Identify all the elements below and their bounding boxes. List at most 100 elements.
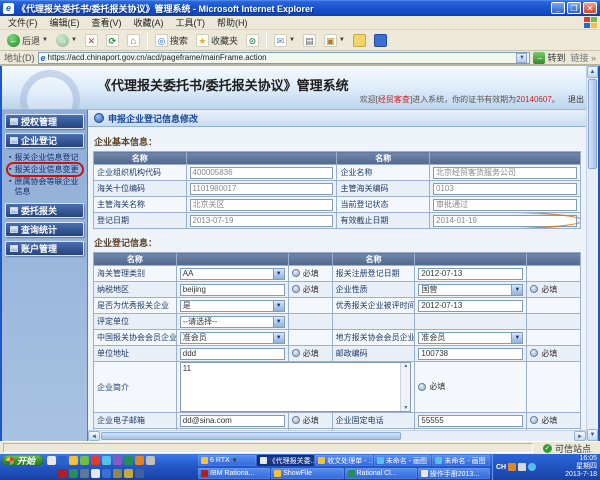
menu-item-1[interactable]: 编辑(E) <box>44 16 86 29</box>
folder-button[interactable] <box>350 33 369 48</box>
close-button[interactable]: ✕ <box>583 2 597 14</box>
readonly-field[interactable]: 北京经贸客货服务公司 <box>433 166 577 179</box>
minimize-button[interactable]: _ <box>551 2 565 14</box>
task-button[interactable]: 《代理报关委... <box>256 455 315 466</box>
language-indicator[interactable]: CH <box>496 464 506 471</box>
scrollbar-thumb[interactable] <box>588 79 597 169</box>
input-field[interactable]: beijing <box>179 283 285 296</box>
sidebar-item-1[interactable]: 企业登记 <box>5 133 84 148</box>
input-field[interactable]: dd@sina.com <box>179 414 285 427</box>
address-dropdown-icon[interactable]: ▼ <box>516 52 528 63</box>
select-field[interactable]: 是 ▼ <box>179 299 285 312</box>
quick-launch-icon[interactable] <box>80 456 90 465</box>
quick-launch-icon[interactable] <box>135 456 145 465</box>
task-button[interactable]: IBM Rationa... <box>198 468 271 479</box>
input-field[interactable]: 2012-07-13 <box>418 299 524 312</box>
input-field[interactable]: 2012-07-13 <box>418 267 524 280</box>
chevron-down-icon[interactable]: ▼ <box>272 316 284 327</box>
task-button[interactable]: 收文处理单 - ... <box>315 455 373 466</box>
back-button[interactable]: ← 后退 ▼ <box>4 33 51 48</box>
menu-item-2[interactable]: 查看(V) <box>86 16 128 29</box>
quick-launch-icon[interactable] <box>124 456 134 465</box>
chevron-down-icon[interactable]: ▼ <box>272 268 284 279</box>
readonly-field[interactable]: 0103 <box>433 182 577 195</box>
sidebar-subitem-1[interactable]: ▪ 报关企业信息变更 <box>6 162 84 177</box>
textarea-field[interactable]: 11 ▲ ▼ <box>179 362 412 412</box>
readonly-field[interactable]: 北京关区 <box>189 198 334 211</box>
quick-launch-icon[interactable] <box>146 456 156 465</box>
task-button[interactable]: ShowFile <box>271 468 344 479</box>
quick-launch-icon[interactable] <box>102 469 111 478</box>
readonly-field[interactable]: 400005836 <box>189 166 334 179</box>
menu-item-4[interactable]: 工具(T) <box>170 16 212 29</box>
quick-launch-icon[interactable] <box>58 456 68 465</box>
input-field[interactable]: ddd <box>179 347 285 360</box>
quick-launch-icon[interactable] <box>91 456 101 465</box>
chevron-down-icon[interactable]: ▼ <box>272 332 284 343</box>
stop-button[interactable]: ✕ <box>82 33 101 48</box>
scrollbar-thumb[interactable] <box>101 432 401 440</box>
maximize-button[interactable]: ❐ <box>567 2 581 14</box>
go-button[interactable]: → 转到 <box>533 51 565 64</box>
select-field[interactable]: --请选择-- ▼ <box>179 315 285 328</box>
readonly-field[interactable]: 审批通过 <box>433 198 577 211</box>
home-button[interactable]: ⌂ <box>124 33 143 48</box>
quick-launch-icon[interactable] <box>124 469 133 478</box>
messenger-button[interactable] <box>371 33 390 48</box>
quick-launch-icon[interactable] <box>58 469 67 478</box>
sidebar-subitem-2[interactable]: ▪ 原属协会等联企业信息 <box>7 176 84 198</box>
history-button[interactable]: ⊙ <box>243 33 262 48</box>
textarea-scrollbar[interactable]: ▲ ▼ <box>400 363 411 411</box>
sidebar-item-4[interactable]: 账户管理 <box>5 241 84 256</box>
refresh-button[interactable]: ⟳ <box>103 33 122 48</box>
mail-button[interactable]: ✉ ▼ <box>271 33 298 48</box>
quick-launch-icon[interactable] <box>69 469 78 478</box>
select-field[interactable]: 准会员 ▼ <box>179 331 285 344</box>
vertical-scrollbar[interactable]: ▲ ▼ <box>586 66 598 441</box>
sidebar-item-3[interactable]: 查询统计 <box>5 222 84 237</box>
task-button[interactable]: 未命名 - 画图 <box>373 455 432 466</box>
quick-launch-icon[interactable] <box>69 456 79 465</box>
print-button[interactable]: ▤ <box>300 33 319 48</box>
task-button[interactable]: 操作手册2013... <box>417 468 490 479</box>
chevron-down-icon[interactable]: ▼ <box>511 284 523 295</box>
mail-dropdown-icon[interactable]: ▼ <box>289 37 295 43</box>
scroll-right-icon[interactable]: ► <box>574 431 586 441</box>
menu-item-0[interactable]: 文件(F) <box>2 16 44 29</box>
quick-launch-icon[interactable] <box>135 469 144 478</box>
forward-button[interactable]: → ▼ <box>53 33 80 48</box>
sidebar-item-2[interactable]: 委托报关 <box>5 203 84 218</box>
input-field[interactable]: 100738 <box>418 347 524 360</box>
task-dropdown-icon[interactable]: ▼ <box>232 458 238 464</box>
readonly-field[interactable]: 2013-07-19 <box>189 214 334 227</box>
chevron-down-icon[interactable]: ▼ <box>272 300 284 311</box>
select-field[interactable]: 国营 ▼ <box>418 283 524 296</box>
input-field[interactable]: 55555 <box>418 414 524 427</box>
menu-item-5[interactable]: 帮助(H) <box>211 16 254 29</box>
search-button[interactable]: ◎ 搜索 <box>152 33 191 48</box>
address-input[interactable]: e https://acd.chinaport.gov.cn/acd/pagef… <box>37 51 531 64</box>
quick-launch-icon[interactable] <box>47 456 57 465</box>
chevron-down-icon[interactable]: ▼ <box>511 332 523 343</box>
back-dropdown-icon[interactable]: ▼ <box>42 37 48 43</box>
sidebar-subitem-0[interactable]: ▪ 报关企业信息登记 <box>7 152 84 164</box>
quick-launch-icon[interactable] <box>113 456 123 465</box>
scroll-down-icon[interactable]: ▼ <box>587 429 598 441</box>
tray-icon[interactable] <box>518 463 527 471</box>
logout-link[interactable]: 退出 <box>568 95 584 104</box>
readonly-field[interactable]: 2014-01-19 <box>433 214 577 227</box>
sidebar-item-0[interactable]: 授权管理 <box>5 114 84 129</box>
horizontal-scrollbar[interactable]: ◄ ► <box>88 430 586 441</box>
task-button[interactable]: 未命名 - 画图 <box>432 455 490 466</box>
readonly-field[interactable]: 1101980017 <box>189 182 334 195</box>
task-button[interactable]: 6 RTX ▼ <box>198 455 256 466</box>
edit-dropdown-icon[interactable]: ▼ <box>339 37 345 43</box>
links-label[interactable]: 链接 » <box>570 51 596 64</box>
select-field[interactable]: 准会员 ▼ <box>418 331 524 344</box>
select-field[interactable]: AA ▼ <box>179 267 285 280</box>
forward-dropdown-icon[interactable]: ▼ <box>71 37 77 43</box>
scroll-left-icon[interactable]: ◄ <box>88 431 100 441</box>
task-button[interactable]: Rational Cl... <box>344 468 417 479</box>
quick-launch-icon[interactable] <box>113 469 122 478</box>
tray-icon[interactable] <box>528 463 537 471</box>
